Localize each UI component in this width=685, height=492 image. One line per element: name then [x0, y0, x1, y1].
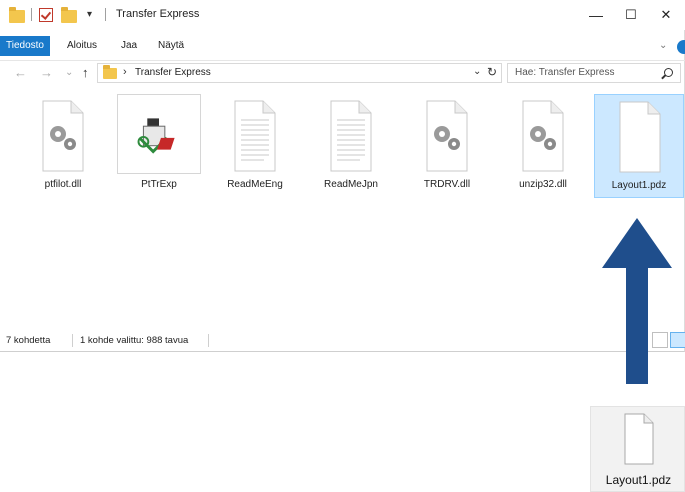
address-dropdown-icon[interactable]: ⌄ [473, 66, 481, 77]
refresh-icon[interactable]: ↻ [487, 65, 497, 79]
tab-share[interactable]: Jaa [115, 36, 143, 56]
status-bar: 7 kohdetta 1 kohde valittu: 988 tavua [0, 330, 685, 352]
help-icon[interactable] [677, 40, 685, 54]
new-folder-icon[interactable] [61, 7, 77, 23]
text-document-icon [234, 100, 276, 172]
file-name: PtTrExp [141, 179, 177, 190]
address-row: ← → ⌄ ↑ › Transfer Express ⌄ ↻ Hae: Tran… [0, 60, 685, 86]
item-count: 7 kohdetta [6, 335, 51, 346]
back-button[interactable]: ← [14, 65, 27, 80]
application-icon [137, 118, 175, 154]
blank-document-icon [624, 413, 654, 465]
dragged-file-name: Layout1.pdz [605, 473, 672, 487]
file-item-selected[interactable]: Layout1.pdz [594, 94, 684, 198]
file-item[interactable]: ptfilot.dll [18, 94, 108, 198]
file-name: Layout1.pdz [611, 180, 667, 191]
tab-file[interactable]: Tiedosto [0, 36, 50, 56]
file-item[interactable]: TRDRV.dll [402, 94, 492, 198]
tab-view[interactable]: Näytä [152, 36, 190, 56]
file-explorer-window: ▾ Transfer Express — ☐ ✕ Tiedosto Aloitu… [0, 0, 685, 352]
text-document-icon [330, 100, 372, 172]
divider [31, 8, 32, 21]
close-button[interactable]: ✕ [643, 0, 685, 30]
address-bar[interactable]: › Transfer Express ⌄ ↻ [97, 63, 502, 83]
file-name: TRDRV.dll [423, 179, 471, 190]
folder-icon [103, 65, 117, 79]
dll-gear-icon [426, 100, 468, 172]
properties-check-icon[interactable] [39, 8, 53, 22]
title-bar: ▾ Transfer Express — ☐ ✕ [0, 0, 685, 30]
forward-button[interactable]: → [40, 65, 53, 80]
file-name: unzip32.dll [519, 179, 567, 190]
search-input[interactable]: Hae: Transfer Express [507, 63, 681, 83]
search-icon[interactable] [664, 68, 673, 77]
breadcrumb-path[interactable]: Transfer Express [135, 67, 211, 78]
breadcrumb-chevron-icon[interactable]: › [123, 66, 127, 78]
search-placeholder: Hae: Transfer Express [515, 67, 615, 78]
file-name: ptfilot.dll [44, 179, 82, 190]
up-button[interactable]: ↑ [82, 65, 89, 80]
application-thumbnail [117, 94, 201, 174]
ribbon-tabs: Tiedosto Aloitus Jaa Näytä ⌄ [0, 36, 685, 58]
file-name: ReadMeJpn [324, 179, 378, 190]
quick-access-dropdown-icon[interactable]: ▾ [87, 9, 92, 20]
folder-icon [9, 7, 25, 23]
dragged-file[interactable]: Layout1.pdz [590, 406, 685, 492]
dll-gear-icon [42, 100, 84, 172]
ribbon-expand-icon[interactable]: ⌄ [659, 40, 667, 51]
file-name: ReadMeEng [227, 179, 283, 190]
blank-document-icon [619, 101, 661, 173]
selection-info: 1 kohde valittu: 988 tavua [80, 335, 189, 346]
dll-gear-icon [522, 100, 564, 172]
file-item[interactable]: ReadMeJpn [306, 94, 396, 198]
file-item[interactable]: ReadMeEng [210, 94, 300, 198]
file-item[interactable]: PtTrExp [114, 94, 204, 198]
divider [208, 334, 209, 347]
tab-home[interactable]: Aloitus [61, 36, 103, 56]
divider [105, 8, 106, 21]
large-icons-view-icon[interactable] [670, 332, 685, 348]
file-item[interactable]: unzip32.dll [498, 94, 588, 198]
window-title: Transfer Express [116, 8, 200, 20]
divider [72, 334, 73, 347]
arrow-up-icon [602, 218, 672, 384]
recent-locations-icon[interactable]: ⌄ [65, 67, 73, 78]
